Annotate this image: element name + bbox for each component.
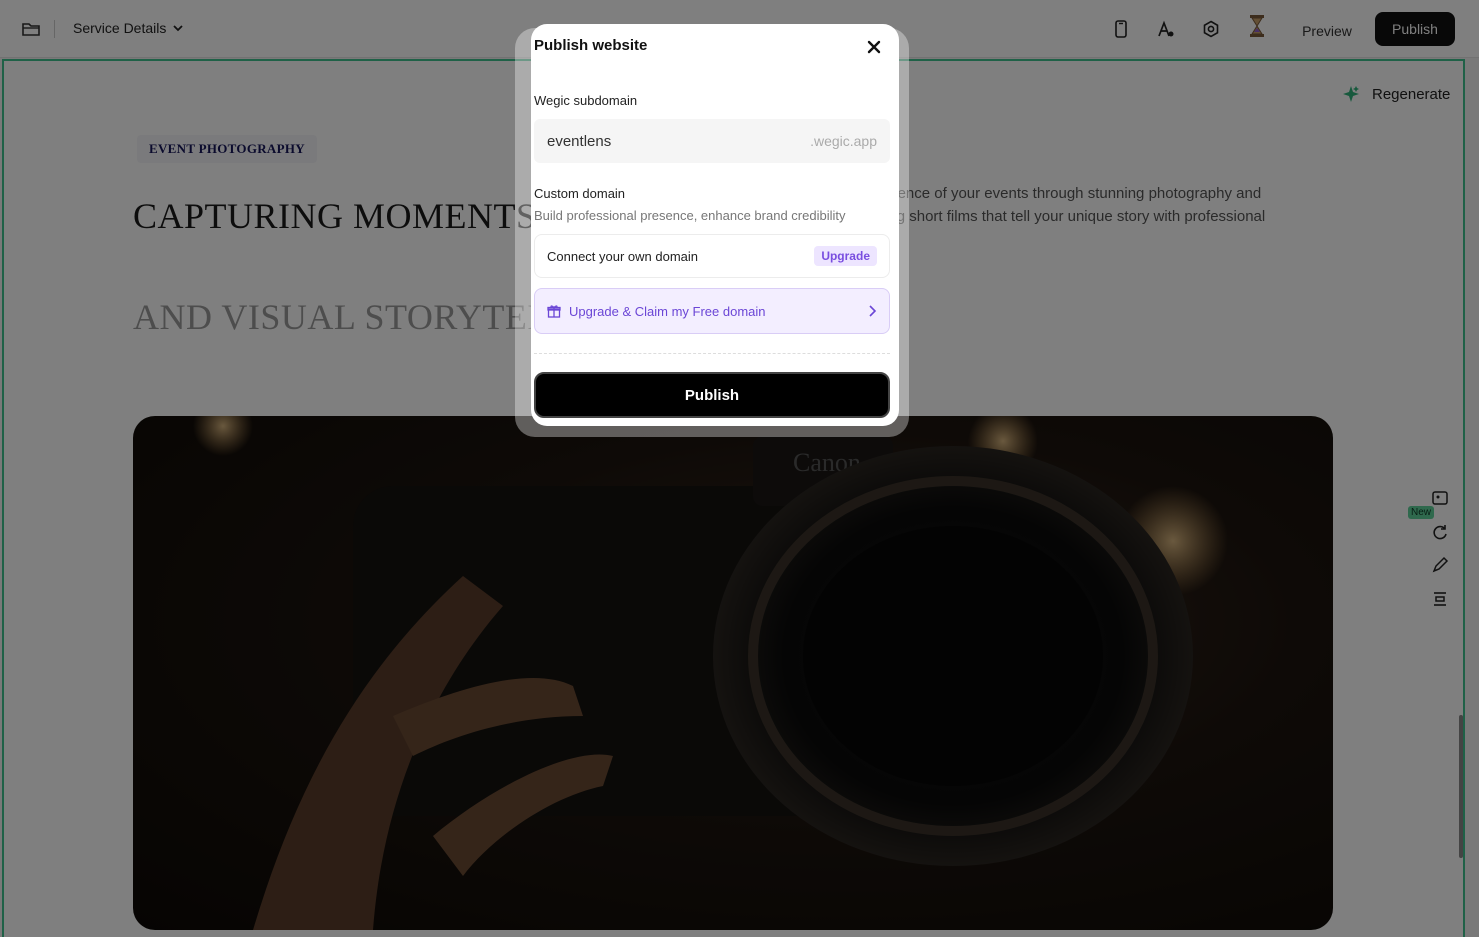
custom-domain-description: Build professional presence, enhance bra… xyxy=(534,208,846,223)
chevron-right-icon xyxy=(869,305,877,317)
close-button[interactable] xyxy=(864,37,884,57)
claim-free-domain-label: Upgrade & Claim my Free domain xyxy=(569,303,766,319)
subdomain-value: eventlens xyxy=(547,132,612,150)
close-icon xyxy=(867,40,881,54)
modal-title: Publish website xyxy=(534,37,648,54)
claim-free-domain-button[interactable]: Upgrade & Claim my Free domain xyxy=(534,288,890,334)
upgrade-badge[interactable]: Upgrade xyxy=(814,246,877,266)
subdomain-suffix: .wegic.app xyxy=(810,133,877,149)
custom-domain-label: Custom domain xyxy=(534,186,626,201)
publish-modal: Publish website Wegic subdomain eventlen… xyxy=(531,24,899,426)
modal-divider xyxy=(534,353,890,354)
subdomain-input[interactable]: eventlens .wegic.app xyxy=(534,119,890,163)
gift-icon xyxy=(547,305,561,318)
subdomain-label: Wegic subdomain xyxy=(534,93,638,108)
connect-domain-option[interactable]: Connect your own domain Upgrade xyxy=(534,234,890,278)
publish-button[interactable]: Publish xyxy=(534,372,890,418)
connect-domain-label: Connect your own domain xyxy=(547,248,699,264)
